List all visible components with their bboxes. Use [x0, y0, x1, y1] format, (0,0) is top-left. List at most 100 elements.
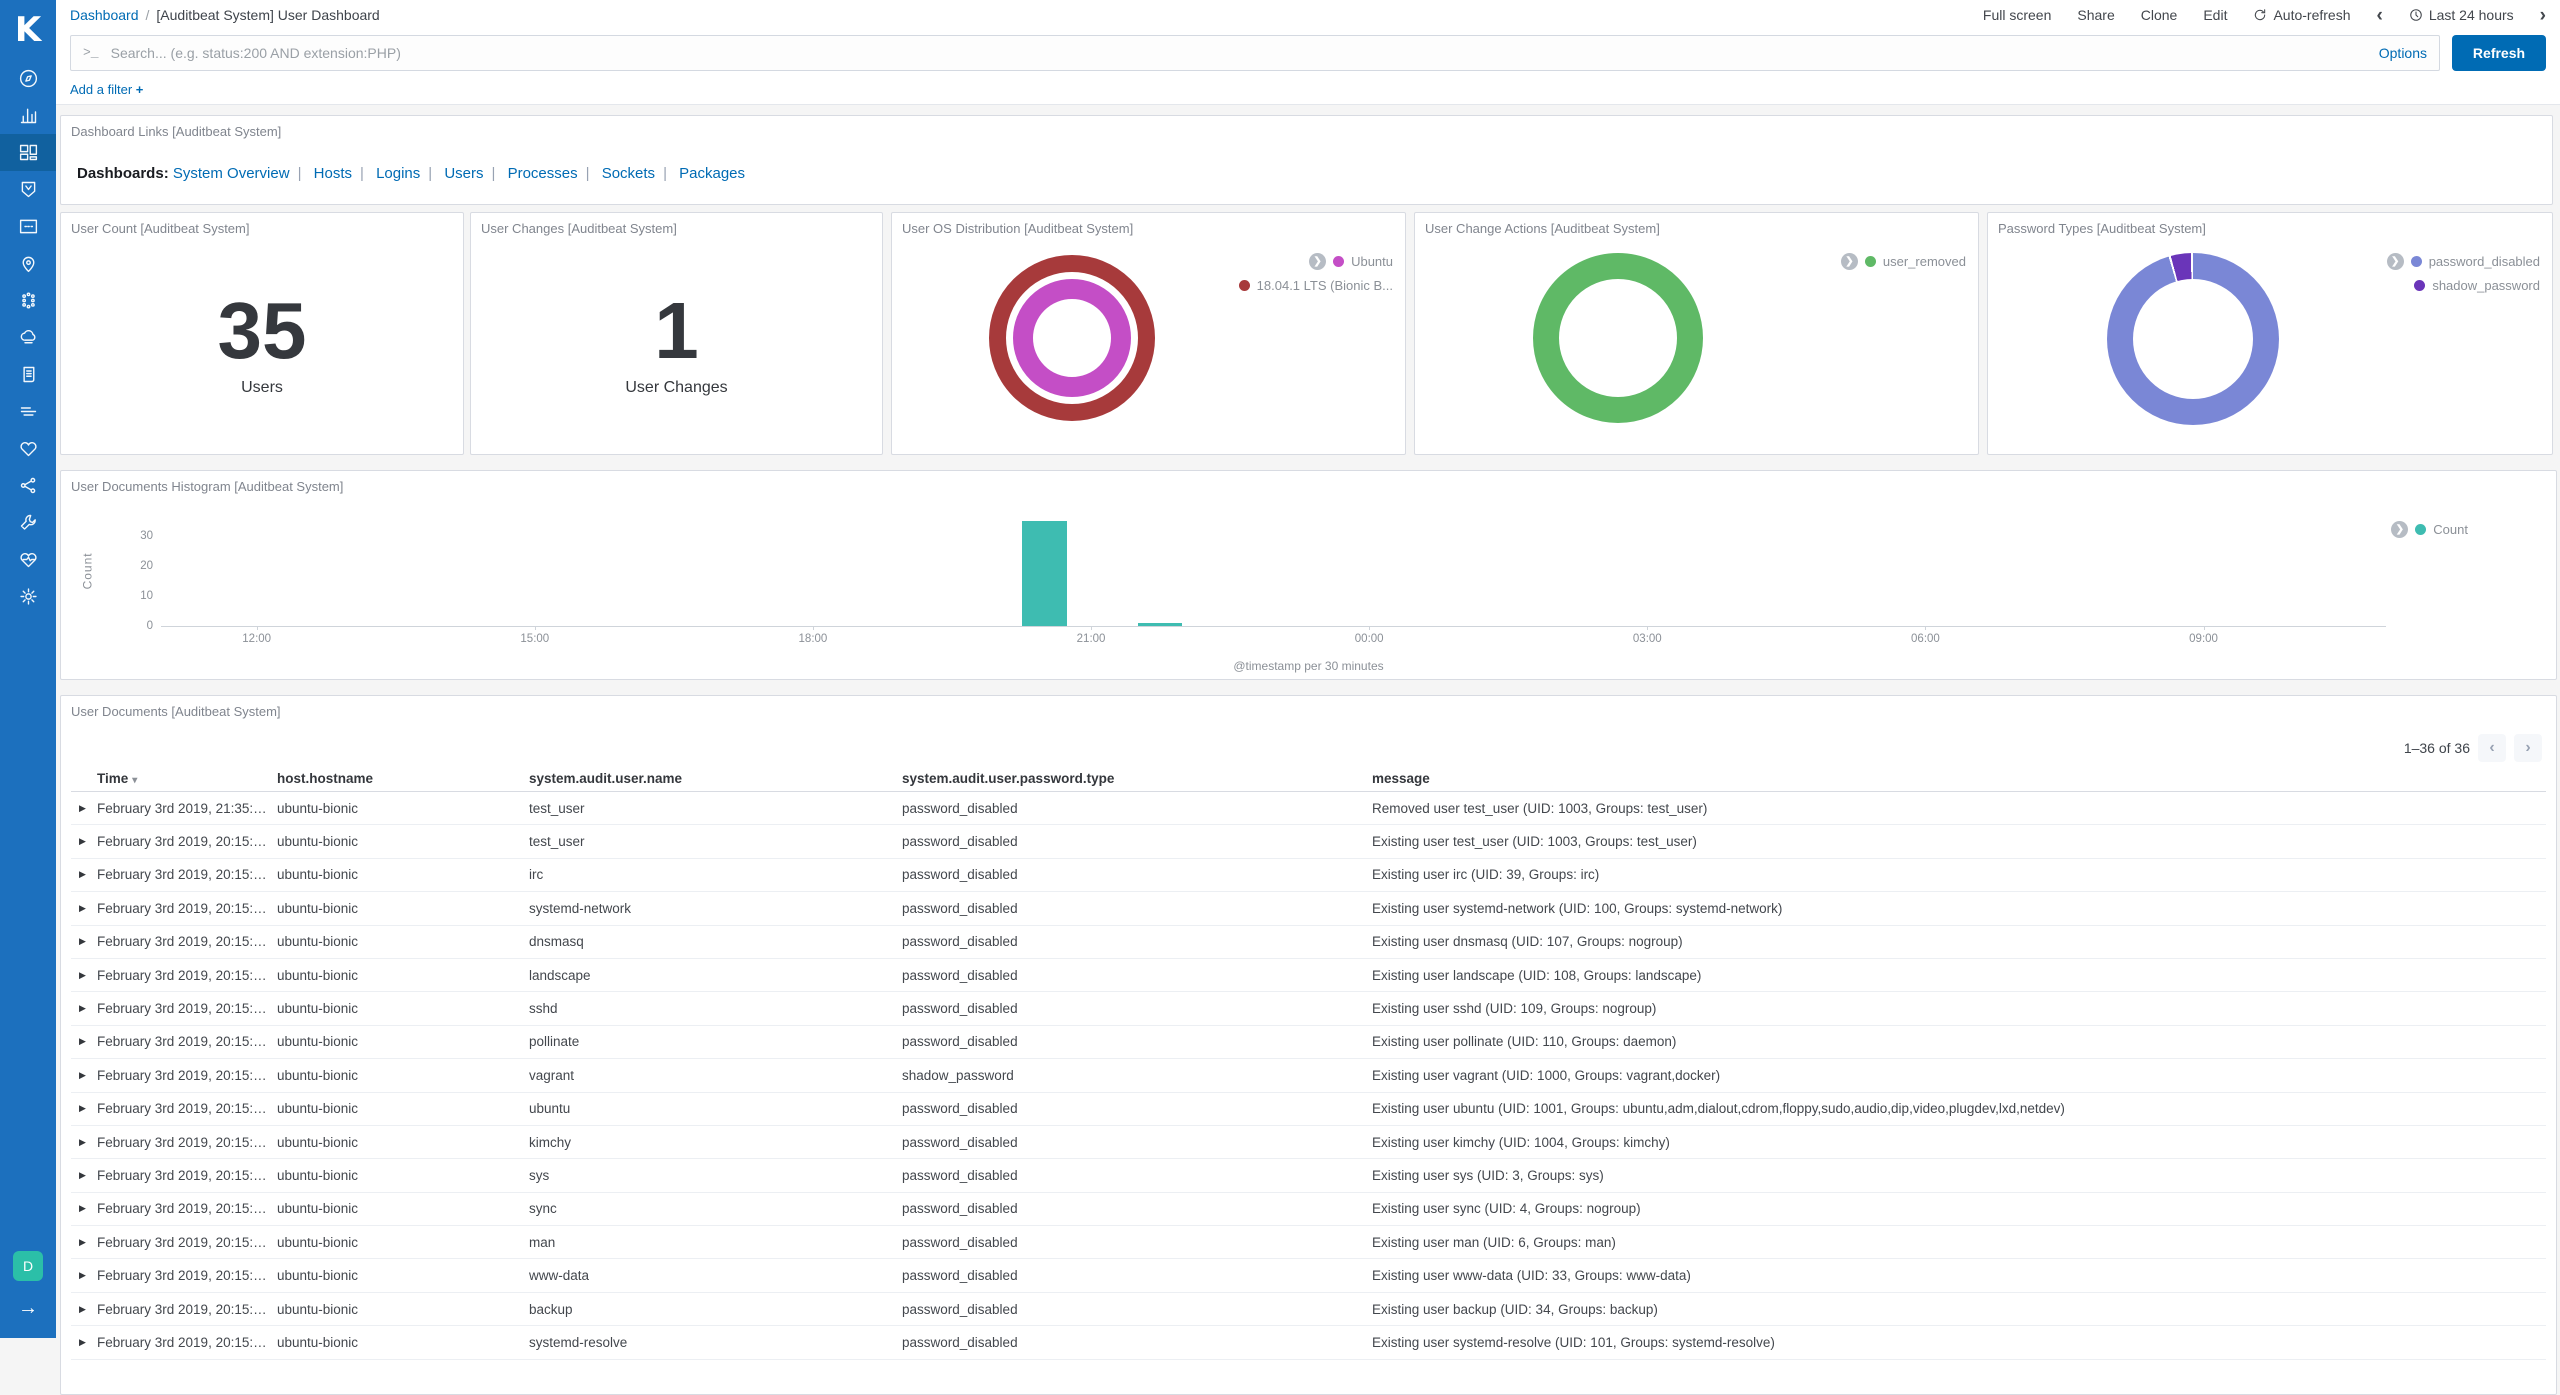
expand-row-icon[interactable]: ▶: [71, 1036, 97, 1047]
query-options-link[interactable]: Options: [2379, 45, 2427, 61]
sidebar-item-dev-tools[interactable]: [0, 504, 56, 541]
column-header-system-audit-user-password-type[interactable]: system.audit.user.password.type: [902, 771, 1372, 786]
share-button[interactable]: Share: [2077, 7, 2114, 23]
sidebar-item-dashboard[interactable]: [0, 134, 56, 171]
table-row[interactable]: ▶February 3rd 2019, 20:15:21.015ubuntu-b…: [71, 859, 2546, 892]
refresh-button[interactable]: Refresh: [2452, 35, 2546, 71]
panel-title: Dashboard Links [Auditbeat System]: [61, 116, 2552, 147]
count-legend-label[interactable]: Count: [2433, 522, 2468, 537]
table-row[interactable]: ▶February 3rd 2019, 20:15:21.015ubuntu-b…: [71, 992, 2546, 1025]
table-row[interactable]: ▶February 3rd 2019, 20:15:21.015ubuntu-b…: [71, 1226, 2546, 1259]
sidebar-item-visualize[interactable]: [0, 97, 56, 134]
expand-sidebar-icon[interactable]: →: [18, 1297, 38, 1320]
user-removed-ring[interactable]: [1533, 253, 1703, 423]
sidebar-item-uptime[interactable]: [0, 430, 56, 467]
dashboard-link-logins[interactable]: Logins: [376, 165, 420, 182]
expand-row-icon[interactable]: ▶: [71, 970, 97, 981]
legend-expand-icon[interactable]: ❯: [2387, 253, 2404, 270]
sidebar-item-maps[interactable]: [0, 245, 56, 282]
sidebar-item-machine-learning[interactable]: [0, 282, 56, 319]
sidebar-item-discover[interactable]: [0, 60, 56, 97]
sidebar-item-infrastructure[interactable]: [0, 319, 56, 356]
dashboard-link-sockets[interactable]: Sockets: [602, 165, 655, 182]
table-row[interactable]: ▶February 3rd 2019, 20:15:21.015ubuntu-b…: [71, 959, 2546, 992]
time-next-button[interactable]: ›: [2540, 6, 2546, 25]
table-row[interactable]: ▶February 3rd 2019, 21:35:41.120ubuntu-b…: [71, 792, 2546, 825]
expand-row-icon[interactable]: ▶: [71, 1170, 97, 1181]
column-header-host-hostname[interactable]: host.hostname: [277, 771, 529, 786]
table-row[interactable]: ▶February 3rd 2019, 20:15:21.015ubuntu-b…: [71, 1126, 2546, 1159]
clone-button[interactable]: Clone: [2141, 7, 2178, 23]
password-types-donut[interactable]: [2107, 253, 2279, 425]
kibana-logo[interactable]: K: [0, 0, 56, 60]
search-input[interactable]: [109, 44, 2369, 62]
prev-page-button[interactable]: ‹: [2478, 734, 2506, 762]
breadcrumb-dashboard-link[interactable]: Dashboard: [70, 7, 139, 23]
table-row[interactable]: ▶February 3rd 2019, 20:15:21.015ubuntu-b…: [71, 1259, 2546, 1292]
table-row[interactable]: ▶February 3rd 2019, 20:15:21.015ubuntu-b…: [71, 892, 2546, 925]
expand-row-icon[interactable]: ▶: [71, 1003, 97, 1014]
table-row[interactable]: ▶February 3rd 2019, 20:15:21.015ubuntu-b…: [71, 1159, 2546, 1192]
dashboard-link-hosts[interactable]: Hosts: [314, 165, 352, 182]
histogram-bar[interactable]: [1138, 623, 1183, 626]
expand-row-icon[interactable]: ▶: [71, 1070, 97, 1081]
expand-row-icon[interactable]: ▶: [71, 869, 97, 880]
legend-expand-icon[interactable]: ❯: [2391, 521, 2408, 538]
table-row[interactable]: ▶February 3rd 2019, 20:15:21.015ubuntu-b…: [71, 1326, 2546, 1359]
legend-item-password-disabled[interactable]: ❯password_disabled: [2387, 249, 2540, 273]
sort-caret-icon[interactable]: ▾: [132, 775, 137, 786]
auto-refresh-button[interactable]: Auto-refresh: [2253, 7, 2350, 23]
sidebar-item-monitoring[interactable]: [0, 541, 56, 578]
dashboard-link-processes[interactable]: Processes: [508, 165, 578, 182]
page-title: [Auditbeat System] User Dashboard: [156, 7, 379, 23]
legend-expand-icon[interactable]: ❯: [1309, 253, 1326, 270]
sidebar-item-logs[interactable]: [0, 356, 56, 393]
expand-row-icon[interactable]: ▶: [71, 1304, 97, 1315]
search-box[interactable]: >_ Options: [70, 35, 2440, 71]
add-filter-button[interactable]: Add a filter +: [70, 82, 143, 97]
expand-row-icon[interactable]: ▶: [71, 1137, 97, 1148]
table-row[interactable]: ▶February 3rd 2019, 20:15:21.015ubuntu-b…: [71, 1293, 2546, 1326]
legend-item-user-removed[interactable]: ❯user_removed: [1841, 249, 1966, 273]
expand-row-icon[interactable]: ▶: [71, 1203, 97, 1214]
legend-item-18-04-1-lts-bionic-b-[interactable]: 18.04.1 LTS (Bionic B...: [1239, 273, 1393, 297]
edit-button[interactable]: Edit: [2203, 7, 2227, 23]
x-axis-tick: 15:00: [520, 633, 549, 645]
column-header-system-audit-user-name[interactable]: system.audit.user.name: [529, 771, 902, 786]
space-badge[interactable]: D: [13, 1251, 43, 1281]
sidebar-item-management[interactable]: [0, 578, 56, 615]
dashboard-link-users[interactable]: Users: [444, 165, 483, 182]
time-range-picker[interactable]: Last 24 hours: [2409, 7, 2514, 23]
histogram-bar[interactable]: [1022, 521, 1067, 626]
expand-row-icon[interactable]: ▶: [71, 903, 97, 914]
sidebar-item-graph[interactable]: [0, 467, 56, 504]
sidebar-item-apm[interactable]: [0, 393, 56, 430]
table-row[interactable]: ▶February 3rd 2019, 20:15:21.015ubuntu-b…: [71, 1059, 2546, 1092]
next-page-button[interactable]: ›: [2514, 734, 2542, 762]
expand-row-icon[interactable]: ▶: [71, 936, 97, 947]
column-header-time[interactable]: Time▾: [97, 771, 277, 786]
expand-row-icon[interactable]: ▶: [71, 1270, 97, 1281]
legend-expand-icon[interactable]: ❯: [1841, 253, 1858, 270]
sidebar-item-timelion[interactable]: [0, 171, 56, 208]
table-row[interactable]: ▶February 3rd 2019, 20:15:21.015ubuntu-b…: [71, 825, 2546, 858]
table-row[interactable]: ▶February 3rd 2019, 20:15:21.015ubuntu-b…: [71, 1093, 2546, 1126]
time-prev-button[interactable]: ‹: [2377, 6, 2383, 25]
table-row[interactable]: ▶February 3rd 2019, 20:15:21.015ubuntu-b…: [71, 1026, 2546, 1059]
table-row[interactable]: ▶February 3rd 2019, 20:15:21.015ubuntu-b…: [71, 926, 2546, 959]
legend-item-shadow-password[interactable]: shadow_password: [2387, 273, 2540, 297]
expand-row-icon[interactable]: ▶: [71, 1103, 97, 1114]
expand-row-icon[interactable]: ▶: [71, 1237, 97, 1248]
sidebar-item-canvas[interactable]: [0, 208, 56, 245]
histogram-plot[interactable]: 010203012:0015:0018:0021:0000:0003:0006:…: [161, 517, 2386, 627]
expand-row-icon[interactable]: ▶: [71, 803, 97, 814]
expand-row-icon[interactable]: ▶: [71, 836, 97, 847]
dashboard-link-packages[interactable]: Packages: [679, 165, 745, 182]
column-header-message[interactable]: message: [1372, 771, 2546, 786]
table-row[interactable]: ▶February 3rd 2019, 20:15:21.015ubuntu-b…: [71, 1193, 2546, 1226]
expand-row-icon[interactable]: ▶: [71, 1337, 97, 1348]
legend-item-ubuntu[interactable]: ❯Ubuntu: [1239, 249, 1393, 273]
full-screen-button[interactable]: Full screen: [1983, 7, 2051, 23]
dashboard-link-system-overview[interactable]: System Overview: [173, 165, 290, 182]
os-name-ring[interactable]: [1013, 279, 1131, 397]
